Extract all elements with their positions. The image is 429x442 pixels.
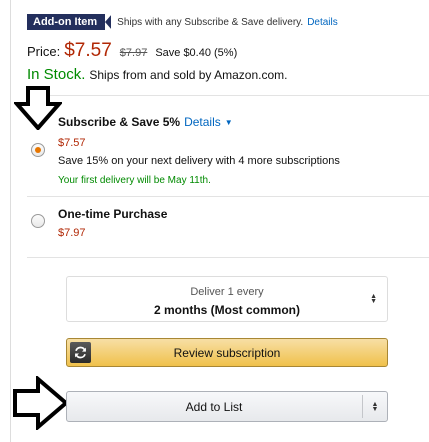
addon-row: Add-on Item Ships with any Subscribe & S… — [27, 14, 338, 30]
left-border — [10, 0, 11, 442]
stock-status: In Stock. — [27, 66, 86, 83]
subscribe-option-header: Subscribe & Save 5% Details ▼ — [58, 115, 233, 129]
review-subscription-label: Review subscription — [173, 346, 281, 360]
subscribe-price: $7.57 — [58, 137, 86, 149]
stock-row: In Stock. Ships from and sold by Amazon.… — [27, 66, 287, 83]
first-delivery-text: Your first delivery will be May 11th. — [58, 175, 211, 186]
deliver-frequency-label: Deliver 1 every — [190, 286, 264, 298]
one-time-title: One-time Purchase — [58, 207, 168, 221]
price-value: $7.57 — [64, 40, 112, 61]
add-to-list-button[interactable]: Add to List ▲ ▼ — [66, 391, 388, 422]
subscribe-radio[interactable] — [31, 143, 45, 157]
divider — [27, 196, 429, 197]
addon-badge: Add-on Item — [27, 14, 112, 30]
add-to-list-label: Add to List — [185, 400, 243, 414]
down-arrow-pointer-icon — [12, 86, 64, 135]
addon-details-link[interactable]: Details — [307, 17, 338, 28]
list-price: $7.97 — [119, 47, 148, 59]
select-arrows-icon: ▲ ▼ — [370, 293, 377, 305]
savings-text: Save $0.40 (5%) — [155, 47, 238, 59]
price-label: Price: — [27, 44, 61, 59]
price-row: Price: $7.57 $7.97 Save $0.40 (5%) — [27, 40, 237, 62]
review-subscription-button[interactable]: Review subscription — [66, 338, 388, 367]
divider — [27, 95, 429, 96]
button-separator — [362, 395, 363, 418]
list-dropdown-arrows-icon[interactable]: ▲ ▼ — [370, 401, 380, 413]
caret-down-icon[interactable]: ▼ — [225, 118, 233, 127]
deliver-frequency-value: 2 months (Most common) — [154, 303, 300, 317]
subscribe-save-text: Save 15% on your next delivery with 4 mo… — [58, 155, 340, 167]
right-arrow-pointer-icon — [12, 374, 70, 435]
subscribe-details-link[interactable]: Details — [184, 115, 221, 129]
addon-description: Ships with any Subscribe & Save delivery… — [117, 16, 304, 28]
one-time-price: $7.97 — [58, 227, 86, 239]
deliver-frequency-select[interactable]: Deliver 1 every 2 months (Most common) ▲… — [66, 276, 388, 322]
divider — [27, 257, 429, 258]
subscribe-title: Subscribe & Save 5% — [58, 115, 181, 129]
one-time-radio[interactable] — [31, 214, 45, 228]
ships-from-text: Ships from and sold by Amazon.com. — [89, 68, 288, 82]
